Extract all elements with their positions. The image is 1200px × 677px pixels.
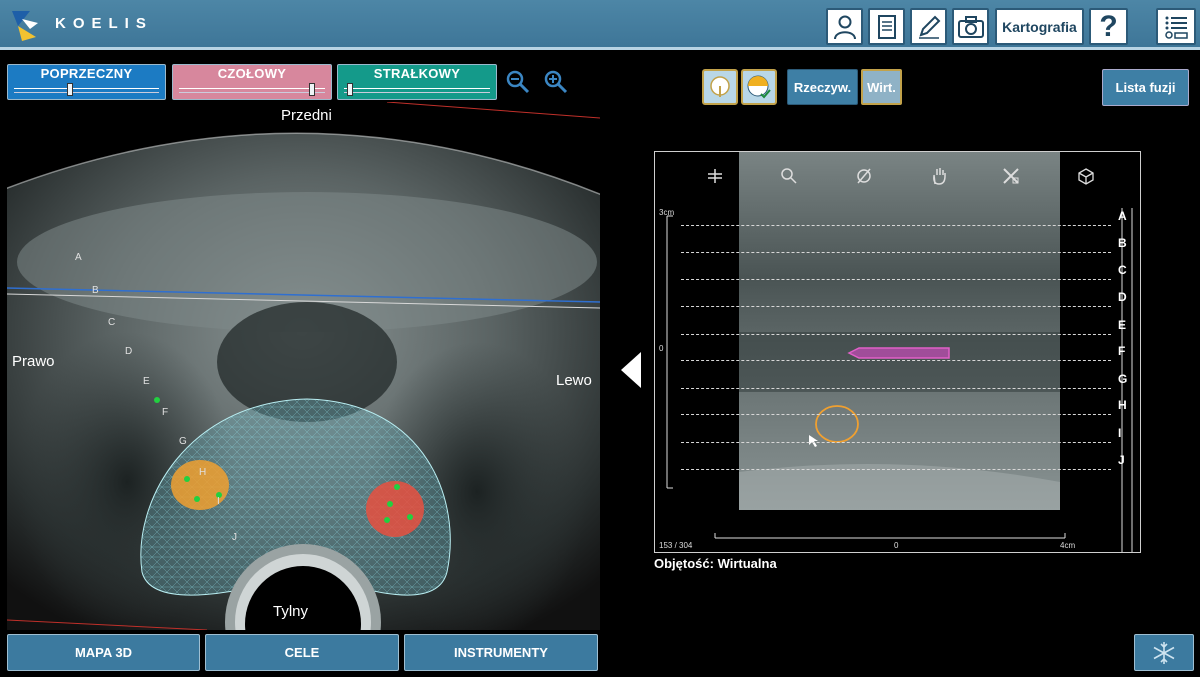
koelis-logo: [12, 11, 38, 41]
zoom-out-icon[interactable]: [505, 69, 531, 95]
annotate-button[interactable]: [910, 8, 947, 45]
map-3d-button[interactable]: MAPA 3D: [7, 634, 200, 671]
row-line-b: [681, 252, 1111, 253]
fusion-view-button[interactable]: [741, 69, 777, 105]
row-line-i: [681, 442, 1111, 443]
app-root: KOELIS Kartografia ? POPRZECZNY CZOŁOWY …: [0, 0, 1200, 677]
mode-strzalkowy-label: STRAŁKOWY: [373, 66, 461, 81]
screenshot-button[interactable]: [952, 8, 989, 45]
sagittal-view[interactable]: 3cm 0 0 4cm 153 / 304 ABCDEFGHIJ: [654, 151, 1141, 553]
row-label-c[interactable]: C: [1118, 263, 1127, 277]
list-menu-icon: [1165, 16, 1188, 39]
document-icon: [877, 14, 896, 39]
mode-czolowy[interactable]: CZOŁOWY: [172, 64, 332, 100]
frame-counter: 153 / 304: [659, 541, 693, 550]
scale-zero-x-label: 0: [894, 541, 899, 550]
mode-poprzeczny[interactable]: POPRZECZNY: [7, 64, 166, 100]
kartografia-button[interactable]: Kartografia: [995, 8, 1084, 45]
scale-zero-y-label: 0: [659, 344, 664, 353]
mode-poprzeczny-label: POPRZECZNY: [40, 66, 133, 81]
orientation-bottom: Tylny: [273, 603, 309, 620]
scale-right-label: 4cm: [1060, 541, 1076, 550]
report-button[interactable]: [868, 8, 905, 45]
orientation-left: Prawo: [12, 353, 55, 370]
row-line-d: [681, 306, 1111, 307]
fusion-list-button[interactable]: Lista fuzji: [1102, 69, 1189, 106]
fusion-pie-icon: [747, 75, 771, 99]
row-marker-h: H: [199, 467, 207, 478]
snowflake-icon: [1153, 641, 1175, 664]
row-label-h[interactable]: H: [1118, 398, 1127, 412]
mode-czolowy-label: CZOŁOWY: [217, 66, 287, 81]
row-label-j[interactable]: J: [1118, 453, 1125, 467]
row-label-a[interactable]: A: [1118, 209, 1127, 223]
row-line-e: [681, 334, 1111, 335]
row-label-d[interactable]: D: [1118, 290, 1127, 304]
row-line-c: [681, 279, 1111, 280]
row-line-h: [681, 414, 1111, 415]
row-marker-a: A: [75, 252, 82, 263]
patient-button[interactable]: [826, 8, 863, 45]
row-line-f: [681, 360, 1111, 361]
row-marker-g: G: [179, 436, 187, 447]
ruler-overlay: [666, 208, 1133, 552]
row-label-e[interactable]: E: [1118, 318, 1126, 332]
freeze-button[interactable]: [1134, 634, 1194, 671]
row-marker-b: B: [92, 285, 99, 296]
slider-thumb[interactable]: [67, 83, 73, 96]
row-marker-j: J: [232, 532, 237, 543]
row-marker-c: C: [108, 317, 116, 328]
help-button[interactable]: ?: [1089, 8, 1128, 45]
probe-view-button[interactable]: [702, 69, 738, 105]
slider-track: [179, 83, 325, 96]
slider-thumb[interactable]: [347, 83, 353, 96]
row-line-j: [681, 469, 1111, 470]
zoom-in-icon[interactable]: [543, 69, 569, 95]
pencil-icon: [918, 15, 940, 39]
row-label-f[interactable]: F: [1118, 344, 1125, 358]
row-marker-f: F: [162, 407, 169, 418]
patient-icon: [833, 15, 856, 39]
camera-icon: [957, 15, 984, 38]
row-line-a: [681, 225, 1111, 226]
instruments-button[interactable]: INSTRUMENTY: [404, 634, 598, 671]
logo-text: KOELIS: [55, 15, 153, 32]
row-label-i[interactable]: I: [1118, 426, 1121, 440]
row-line-g: [681, 388, 1111, 389]
row-label-g[interactable]: G: [1118, 372, 1127, 386]
probe-icon: [710, 76, 730, 97]
slider-track: [344, 83, 490, 96]
slider-thumb[interactable]: [309, 83, 315, 96]
targets-button[interactable]: CELE: [205, 634, 399, 671]
transverse-ultrasound-view[interactable]: Przedni Tylny Prawo Lewo A B C D E F G H I J: [7, 102, 600, 630]
volume-label: Objętość: Wirtualna: [654, 556, 777, 571]
mode-strzalkowy[interactable]: STRAŁKOWY: [337, 64, 497, 100]
row-label-b[interactable]: B: [1118, 236, 1127, 250]
orientation-top: Przedni: [281, 107, 332, 124]
scale-top-label: 3cm: [659, 208, 675, 217]
top-bar: KOELIS Kartografia ?: [0, 0, 1200, 50]
collapse-arrow-icon[interactable]: [619, 350, 643, 390]
virtual-button[interactable]: Wirt.: [861, 69, 902, 105]
slider-track: [14, 83, 159, 96]
row-marker-e: E: [143, 376, 150, 387]
row-marker-d: D: [125, 346, 133, 357]
orientation-right: Lewo: [556, 372, 592, 389]
menu-button[interactable]: [1156, 8, 1196, 45]
ultrasound-image: [7, 102, 600, 630]
real-button[interactable]: Rzeczyw.: [787, 69, 858, 105]
row-marker-i: I: [217, 496, 220, 507]
